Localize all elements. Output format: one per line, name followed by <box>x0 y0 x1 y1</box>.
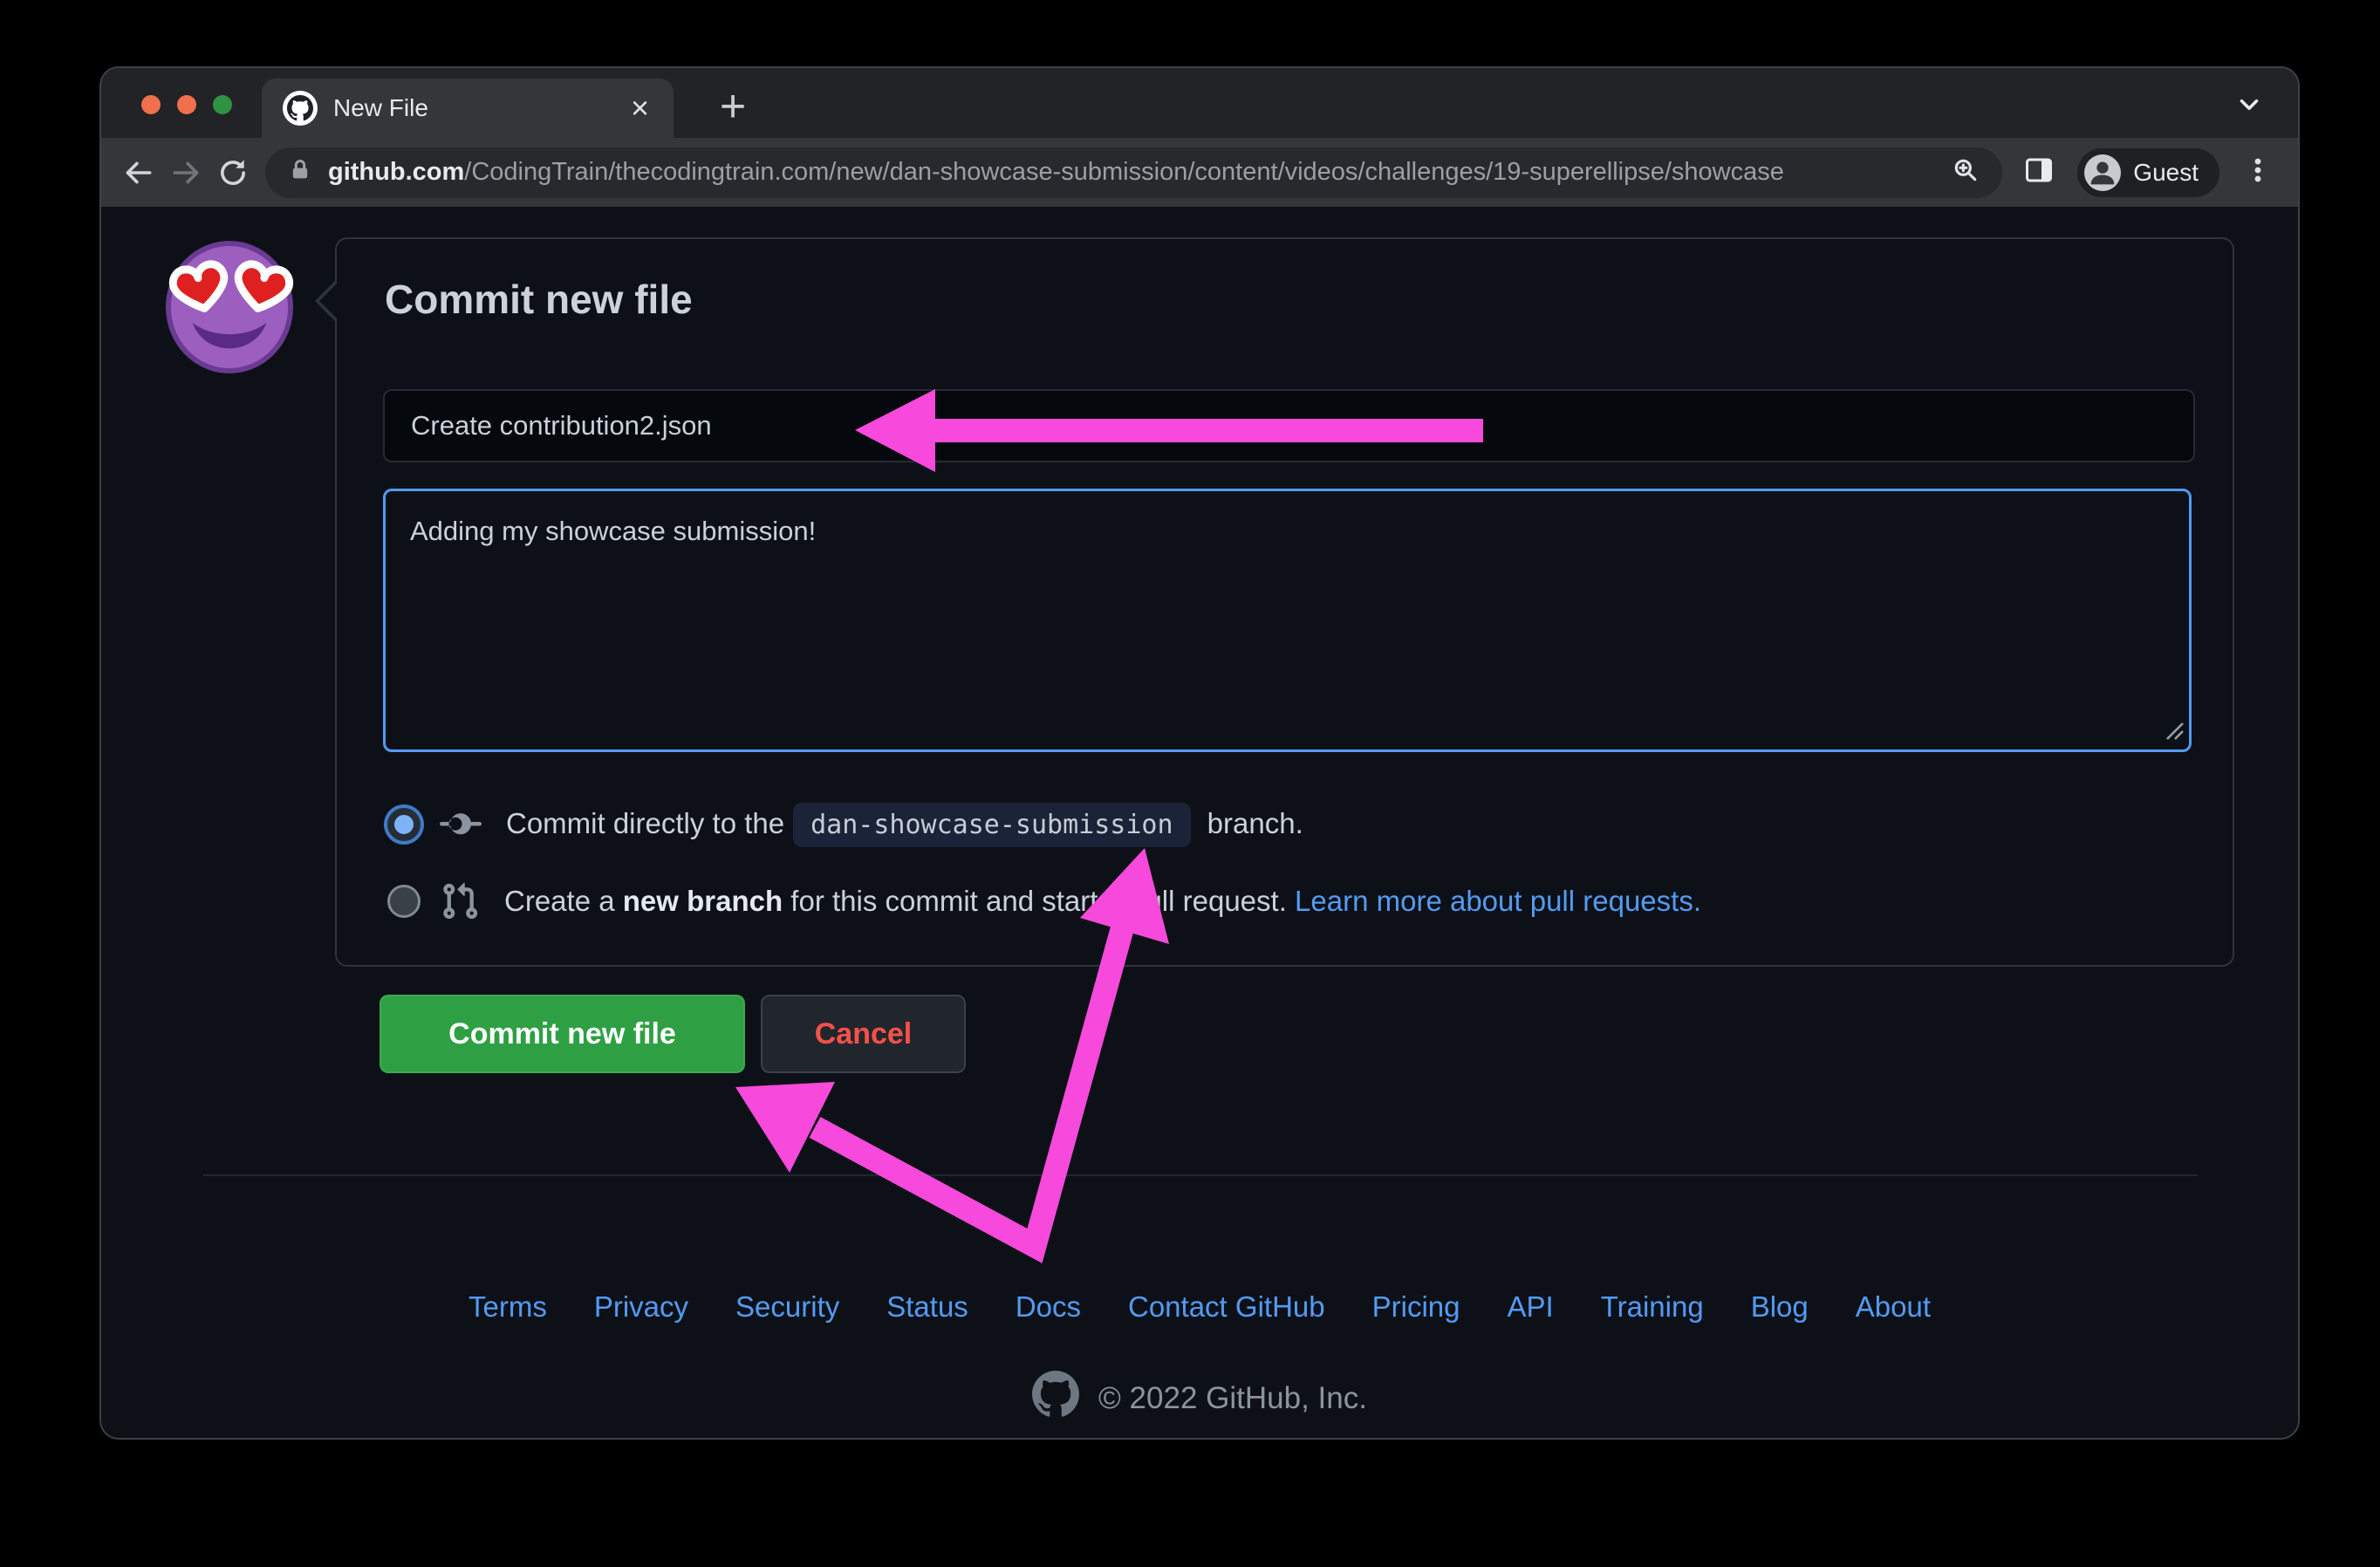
browser-window: New File × + github.com/CodingTrain/thec… <box>101 68 2298 1438</box>
tab-list-chevron-down-icon[interactable] <box>2232 89 2267 120</box>
address-bar[interactable]: github.com/CodingTrain/thecodingtrain.co… <box>265 147 2003 198</box>
tab-close-button[interactable]: × <box>627 92 653 124</box>
github-favicon-icon <box>283 91 318 126</box>
browser-tab[interactable]: New File × <box>262 79 674 138</box>
zoom-page-icon[interactable] <box>1952 156 1980 188</box>
footer-link[interactable]: Contact GitHub <box>1128 1290 1325 1323</box>
footer-link[interactable]: API <box>1507 1290 1553 1323</box>
commit-description-textarea[interactable]: Adding my showcase submission! <box>383 489 2192 752</box>
commit-form-panel: Commit new file Adding my showcase submi… <box>315 237 2234 967</box>
url-path: /CodingTrain/thecodingtrain.com/new/dan-… <box>464 158 1784 186</box>
github-mark-icon <box>1032 1371 1080 1426</box>
radio-new-branch[interactable]: Create a new branch for this commit and … <box>387 872 1701 930</box>
reload-button[interactable] <box>209 149 256 196</box>
radio-selected-icon[interactable] <box>387 808 421 841</box>
footer-divider <box>203 1174 2198 1176</box>
footer-link[interactable]: Privacy <box>594 1290 688 1323</box>
page-content: Commit new file Adding my showcase submi… <box>101 207 2298 1438</box>
tab-strip: New File × + <box>101 68 2298 138</box>
radio-unselected-icon[interactable] <box>387 885 421 918</box>
radio-new-branch-label: Create a new branch for this commit and … <box>504 885 1701 917</box>
footer-link[interactable]: Security <box>735 1290 839 1323</box>
commit-description-wrap: Adding my showcase submission! <box>383 489 2192 752</box>
guest-label: Guest <box>2133 158 2199 186</box>
url-text: github.com/CodingTrain/thecodingtrain.co… <box>328 158 1952 187</box>
guest-avatar-icon <box>2084 154 2122 191</box>
radio-direct-label: Commit directly to the dan-showcase-submi… <box>506 802 1303 847</box>
radio-commit-direct[interactable]: Commit directly to the dan-showcase-submi… <box>387 796 1303 853</box>
window-close-button[interactable] <box>141 95 161 114</box>
git-commit-icon <box>440 804 482 845</box>
page-title: Commit new file <box>385 277 693 322</box>
browser-toolbar: github.com/CodingTrain/thecodingtrain.co… <box>101 138 2298 207</box>
forward-button[interactable] <box>162 149 209 196</box>
commit-new-file-button[interactable]: Commit new file <box>380 995 745 1073</box>
footer-links: Terms Privacy Security Status Docs Contact Gi… <box>101 1290 2298 1324</box>
footer-link[interactable]: Status <box>886 1290 968 1323</box>
kebab-menu-icon[interactable] <box>2242 154 2274 190</box>
footer-link[interactable]: About <box>1856 1290 1931 1323</box>
footer-link[interactable]: Blog <box>1751 1290 1809 1323</box>
window-minimize-button[interactable] <box>177 95 196 114</box>
git-pull-request-icon <box>440 881 480 921</box>
back-button[interactable] <box>115 149 162 196</box>
footer-link[interactable]: Terms <box>468 1290 547 1323</box>
window-zoom-button[interactable] <box>213 95 232 114</box>
profile-button[interactable]: Guest <box>2077 147 2219 197</box>
cancel-button[interactable]: Cancel <box>761 995 966 1073</box>
footer-link[interactable]: Docs <box>1016 1290 1081 1323</box>
learn-more-link[interactable]: Learn more about pull requests. <box>1295 885 1701 917</box>
new-branch-bold: new branch <box>622 885 783 917</box>
footer-link[interactable]: Training <box>1601 1290 1704 1323</box>
textarea-resize-grip[interactable] <box>2164 720 2185 745</box>
lock-icon <box>288 158 312 187</box>
commit-title-input[interactable] <box>383 389 2195 462</box>
footer-copyright: © 2022 GitHub, Inc. <box>101 1371 2298 1426</box>
footer-link[interactable]: Pricing <box>1372 1290 1460 1323</box>
branch-name-badge: dan-showcase-submission <box>793 802 1191 847</box>
url-domain: github.com <box>328 158 465 186</box>
side-panel-icon[interactable] <box>2023 154 2055 190</box>
copyright-text: © 2022 GitHub, Inc. <box>1098 1380 1367 1415</box>
toolbar-right-cluster: Guest <box>2023 147 2274 197</box>
user-avatar-heart-eyes-emoji <box>165 240 294 374</box>
tab-title: New File <box>333 94 428 121</box>
new-tab-button[interactable]: + <box>707 80 759 132</box>
window-controls <box>141 95 232 114</box>
